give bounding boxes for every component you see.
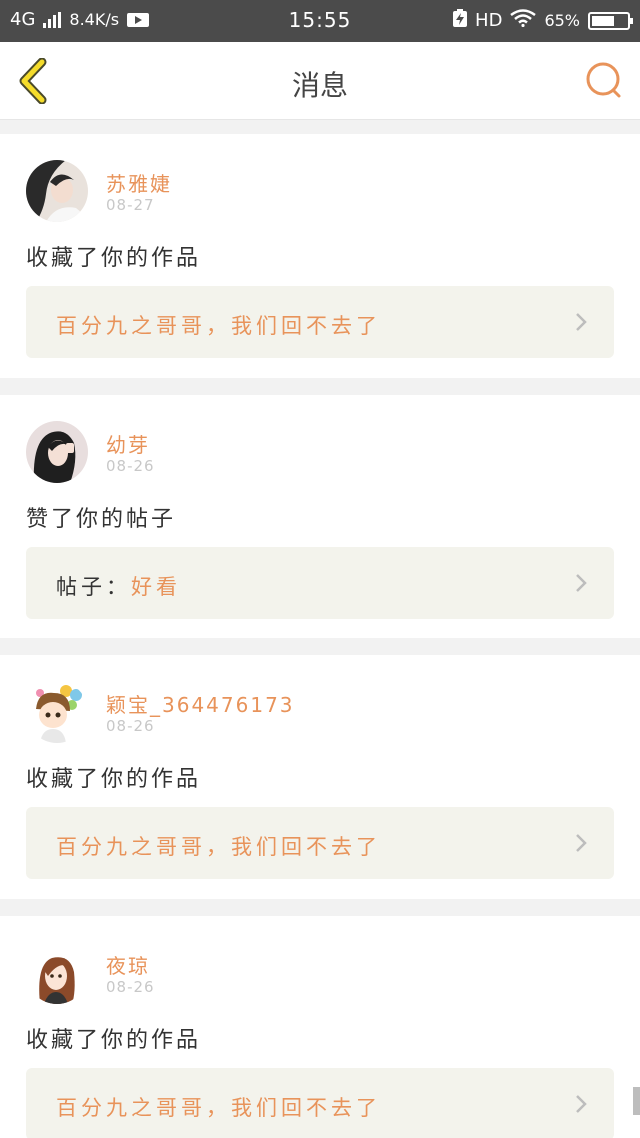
quoted-item[interactable]: 百分九之哥哥，我们回不去了	[26, 1068, 614, 1138]
search-icon	[586, 62, 621, 98]
message-action: 收藏了你的作品	[26, 246, 202, 271]
message-card[interactable]: 苏雅婕 08-27 收藏了你的作品 百分九之哥哥，我们回不去了	[0, 134, 640, 378]
wifi-icon	[510, 9, 537, 32]
chevron-right-icon	[576, 834, 587, 852]
charging-icon	[453, 9, 468, 32]
page-title: 消息	[291, 69, 348, 102]
chevron-right-icon	[576, 574, 587, 592]
message-card[interactable]: 夜琼 08-26 收藏了你的作品 百分九之哥哥，我们回不去了	[0, 916, 640, 1138]
quoted-item[interactable]: 百分九之哥哥，我们回不去了	[26, 286, 614, 358]
username[interactable]: 颖宝_364476173	[106, 689, 295, 718]
username[interactable]: 苏雅婕	[106, 168, 172, 197]
quoted-item[interactable]: 帖子：好看	[26, 547, 614, 619]
battery-percent: 65%	[544, 11, 580, 30]
message-date: 08-26	[106, 457, 155, 475]
status-bar: 4G 8.4K/s 15:55 HD 65%	[0, 0, 640, 42]
chevron-right-icon	[576, 313, 587, 331]
avatar[interactable]	[26, 681, 88, 743]
message-card[interactable]: 幼芽 08-26 赞了你的帖子 帖子：好看	[0, 395, 640, 638]
battery-icon	[588, 11, 633, 30]
message-action: 收藏了你的作品	[26, 767, 202, 792]
search-button[interactable]	[584, 60, 624, 100]
message-action: 收藏了你的作品	[26, 1028, 202, 1053]
nav-bar: 消息	[0, 42, 640, 120]
quoted-item[interactable]: 百分九之哥哥，我们回不去了	[26, 807, 614, 879]
quoted-text: 帖子：好看	[56, 575, 181, 599]
message-date: 08-27	[106, 196, 155, 214]
scrollbar[interactable]	[633, 1087, 640, 1115]
avatar[interactable]	[26, 942, 88, 1004]
message-date: 08-26	[106, 717, 155, 735]
message-action: 赞了你的帖子	[26, 507, 177, 532]
quoted-text: 百分九之哥哥，我们回不去了	[56, 1096, 381, 1120]
avatar[interactable]	[26, 421, 88, 483]
username[interactable]: 夜琼	[106, 950, 150, 979]
avatar[interactable]	[26, 160, 88, 222]
message-card[interactable]: 颖宝_364476173 08-26 收藏了你的作品 百分九之哥哥，我们回不去了	[0, 655, 640, 899]
message-date: 08-26	[106, 978, 155, 996]
username[interactable]: 幼芽	[106, 429, 150, 458]
quoted-text: 百分九之哥哥，我们回不去了	[56, 314, 381, 338]
quoted-text: 百分九之哥哥，我们回不去了	[56, 835, 381, 859]
hd-indicator: HD	[475, 10, 503, 31]
chevron-right-icon	[576, 1095, 587, 1113]
